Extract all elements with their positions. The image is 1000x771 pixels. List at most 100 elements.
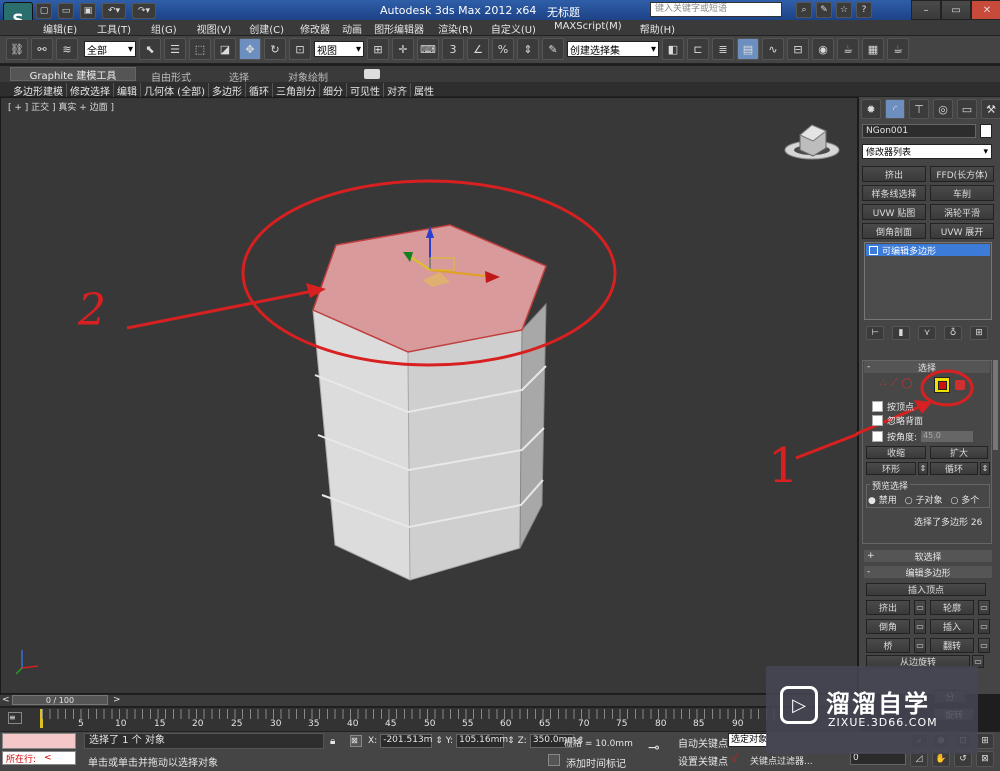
object-color-swatch[interactable] [980, 124, 992, 138]
time-slider-thumb[interactable]: 0 / 100 [12, 695, 108, 705]
configure-sets-icon[interactable]: ⊞ [970, 326, 988, 340]
spinner-snap-icon[interactable]: ⇕ [517, 38, 539, 60]
curve-editor-icon[interactable]: ∿ [762, 38, 784, 60]
menu-tools[interactable]: 工具(T) [97, 21, 131, 36]
undo-icon[interactable]: ↶▾ [102, 3, 126, 19]
menu-maxscript[interactable]: MAXScript(M) [554, 21, 622, 36]
maxscript-listener[interactable] [2, 733, 76, 749]
angle-snap-icon[interactable]: ∠ [467, 38, 489, 60]
menu-view[interactable]: 视图(V) [197, 21, 232, 36]
snap-toggle-icon[interactable]: 3 [442, 38, 464, 60]
subtab-polygons[interactable]: 多边形 [209, 83, 246, 98]
ring-spinner[interactable]: ⇕ [918, 462, 928, 475]
rendered-frame-icon[interactable]: ▦ [862, 38, 884, 60]
help-icon[interactable]: ? [856, 2, 872, 18]
subtab-subdivision[interactable]: 细分 [320, 83, 347, 98]
add-time-tag-icon[interactable] [548, 754, 560, 766]
close-button[interactable]: ✕ [971, 0, 1000, 20]
vertex-mode-icon[interactable]: ∴ [880, 378, 886, 389]
bridge-settings-icon[interactable]: ▭ [914, 638, 926, 653]
subtab-triangulation[interactable]: 三角剖分 [273, 83, 320, 98]
menu-help[interactable]: 帮助(H) [640, 21, 675, 36]
insert-vertex-button[interactable]: 插入顶点 [866, 583, 986, 596]
by-vertex-row[interactable]: 按顶点 [872, 400, 914, 413]
create-tab-icon[interactable]: ✹ [861, 99, 881, 119]
menu-graph-editors[interactable]: 图形编辑器 [374, 21, 424, 36]
viewcube[interactable] [784, 124, 840, 160]
open-file-icon[interactable]: ▭ [58, 3, 74, 19]
minimize-button[interactable]: – [911, 0, 941, 20]
preview-subobject-radio[interactable]: ○ 子对象 [905, 493, 943, 506]
material-editor-icon[interactable]: ◉ [812, 38, 834, 60]
track-bar-menu-icon[interactable]: ≡ [8, 712, 22, 724]
bind-spacewarp-icon[interactable]: ≋ [56, 38, 78, 60]
object-name-field[interactable]: NGon001 [862, 124, 976, 138]
stack-item-editable-poly[interactable]: 可编辑多边形 [866, 244, 990, 257]
auto-key-button[interactable]: 自动关键点 [678, 735, 728, 750]
y-spinner-icon[interactable]: ⇕ [507, 736, 515, 746]
motion-tab-icon[interactable]: ◎ [933, 99, 953, 119]
modifier-list-dropdown[interactable]: 修改器列表 ▾ [862, 144, 992, 159]
key-icon[interactable]: ⊸ [648, 740, 660, 756]
percent-snap-icon[interactable]: % [492, 38, 514, 60]
y-field[interactable]: 105.16mm [456, 734, 508, 748]
mod-extrude-button[interactable]: 挤出 [862, 166, 926, 182]
menu-customize[interactable]: 自定义(U) [491, 21, 536, 36]
selection-filter-dropdown[interactable]: 全部 ▾ [84, 41, 136, 57]
keyboard-shortcut-icon[interactable]: ⌨ [417, 38, 439, 60]
window-crossing-icon[interactable]: ◪ [214, 38, 236, 60]
reference-coord-dropdown[interactable]: 视图 ▾ [314, 41, 364, 57]
modify-tab-icon[interactable]: ◜ [885, 99, 905, 119]
bridge-button[interactable]: 桥 [866, 638, 910, 653]
move-icon[interactable]: ✥ [239, 38, 261, 60]
time-slider[interactable] [0, 694, 858, 706]
mod-unwrap-uvw-button[interactable]: UVW 展开 [930, 223, 994, 239]
binoculars-icon[interactable]: ⌕ [796, 2, 812, 18]
show-end-result-icon[interactable]: ▮ [892, 326, 910, 340]
expand-icon[interactable] [869, 245, 878, 255]
hierarchy-tab-icon[interactable]: ⊤ [909, 99, 929, 119]
angle-spinner[interactable]: 45.0 [921, 431, 974, 442]
ignore-backfacing-checkbox[interactable] [872, 415, 883, 426]
menu-render[interactable]: 渲染(R) [438, 21, 473, 36]
make-unique-icon[interactable]: ⋎ [918, 326, 936, 340]
unlink-icon[interactable]: ⚯ [31, 38, 53, 60]
menu-animation[interactable]: 动画 [342, 21, 362, 36]
border-mode-icon[interactable]: ◯ [901, 378, 912, 389]
set-key-button[interactable]: 设置关键点 [678, 753, 728, 768]
extrude-settings-icon[interactable]: ▭ [914, 600, 926, 615]
new-file-icon[interactable]: ▢ [36, 3, 52, 19]
subtab-loops[interactable]: 循环 [246, 83, 273, 98]
ribbon-options-icon[interactable] [364, 69, 380, 79]
inset-settings-icon[interactable]: ▭ [978, 619, 990, 634]
maximize-viewport-icon[interactable]: ⊠ [976, 751, 994, 767]
rect-selection-icon[interactable]: ⬚ [189, 38, 211, 60]
rotate-icon[interactable]: ↻ [264, 38, 286, 60]
outline-settings-icon[interactable]: ▭ [978, 600, 990, 615]
mod-uvw-map-button[interactable]: UVW 贴图 [862, 204, 926, 220]
extrude-button[interactable]: 挤出 [866, 600, 910, 615]
menu-modifiers[interactable]: 修改器 [300, 21, 330, 36]
ignore-backfacing-row[interactable]: 忽略背面 [872, 414, 923, 427]
panel-scrollbar[interactable] [993, 360, 998, 450]
pin-stack-icon[interactable]: ⊢ [866, 326, 884, 340]
link-icon[interactable]: ⛓ [6, 38, 28, 60]
mod-bevel-profile-button[interactable]: 倒角剖面 [862, 223, 926, 239]
absolute-mode-icon[interactable]: ⊠ [350, 735, 362, 747]
by-angle-checkbox[interactable] [872, 431, 883, 442]
select-manipulate-icon[interactable]: ✛ [392, 38, 414, 60]
select-object-icon[interactable]: ⬉ [139, 38, 161, 60]
edit-named-sets-icon[interactable]: ✎ [542, 38, 564, 60]
key-filters-icon[interactable]: √ [731, 752, 738, 765]
ring-button[interactable]: 环形 [866, 462, 916, 475]
soft-selection-rollout[interactable]: + 软选择 [864, 550, 992, 563]
flip-settings-icon[interactable]: ▭ [978, 638, 990, 653]
utilities-tab-icon[interactable]: ⚒ [981, 99, 1000, 119]
subtab-visibility[interactable]: 可见性 [347, 83, 384, 98]
time-slider-next-icon[interactable]: > [113, 695, 121, 705]
selection-set-dropdown[interactable]: 选定对象 [728, 733, 768, 747]
bevel-settings-icon[interactable]: ▭ [914, 619, 926, 634]
display-tab-icon[interactable]: ▭ [957, 99, 977, 119]
subtab-align[interactable]: 对齐 [384, 83, 411, 98]
maximize-button[interactable]: ▭ [941, 0, 971, 20]
